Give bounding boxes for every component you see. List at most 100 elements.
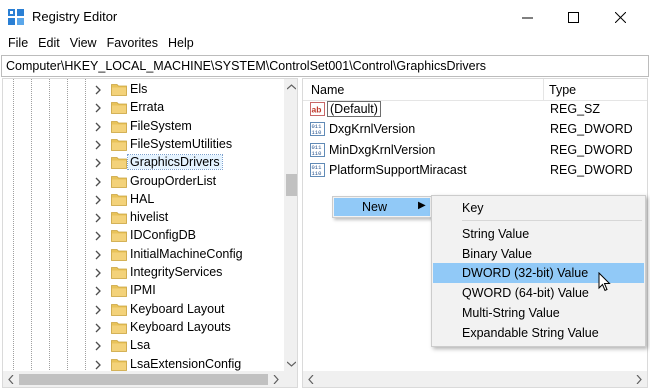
scroll-up-arrow[interactable] [284, 79, 297, 94]
title-bar: Registry Editor [0, 0, 650, 34]
value-name: PlatformSupportMiracast [329, 162, 467, 177]
chevron-right-icon[interactable] [93, 156, 103, 170]
value-row[interactable]: ab (Default) REG_SZ [303, 99, 647, 119]
scroll-right-arrow[interactable] [631, 371, 647, 387]
tree-item[interactable]: InitialMachineConfig [3, 246, 283, 264]
submenu-item[interactable]: Binary Value [433, 244, 644, 264]
submenu-item[interactable]: Key [433, 198, 644, 218]
submenu-item[interactable]: Multi-String Value [433, 303, 644, 323]
tree-item[interactable]: GroupOrderList [3, 173, 283, 191]
chevron-right-icon[interactable] [93, 303, 103, 317]
tree-item-label: Keyboard Layout [130, 301, 225, 316]
menu-view[interactable]: View [70, 34, 97, 54]
chevron-right-icon[interactable] [93, 175, 103, 189]
context-menu-item-label: New [362, 200, 388, 214]
tree-item[interactable]: FileSystemUtilities [3, 136, 283, 154]
tree-item[interactable]: GraphicsDrivers [3, 154, 283, 172]
menu-edit[interactable]: Edit [38, 34, 60, 54]
tree-item[interactable]: HAL [3, 191, 283, 209]
chevron-right-icon[interactable] [93, 266, 103, 280]
value-type: REG_DWORD [550, 162, 633, 177]
chevron-right-icon[interactable] [93, 284, 103, 298]
tree-item[interactable]: Keyboard Layouts [3, 319, 283, 337]
address-bar[interactable]: Computer\HKEY_LOCAL_MACHINE\SYSTEM\Contr… [1, 55, 649, 77]
chevron-right-icon[interactable] [93, 193, 103, 207]
tree-item-label: GraphicsDrivers [127, 154, 223, 171]
scroll-left-arrow[interactable] [303, 371, 319, 387]
context-menu-item-new[interactable]: New ▶ [334, 198, 430, 216]
value-row[interactable]: 011 110 PlatformSupportMiracast REG_DWORD [303, 160, 647, 180]
tree-item[interactable]: IPMI [3, 282, 283, 300]
submenu-item-label: DWORD (32-bit) Value [462, 266, 589, 280]
dword-value-icon: 011110 [310, 122, 325, 136]
context-menu: New ▶ [332, 196, 432, 218]
tree-horizontal-scrollbar[interactable] [3, 371, 284, 387]
scroll-thumb[interactable] [19, 374, 268, 385]
submenu-item[interactable]: Expandable String Value [433, 323, 644, 343]
value-type: REG_SZ [550, 102, 601, 116]
chevron-right-icon[interactable] [93, 138, 103, 152]
menu-favorites[interactable]: Favorites [107, 34, 158, 54]
svg-text:ab: ab [312, 105, 322, 115]
chevron-right-icon[interactable] [93, 211, 103, 225]
scrollbar-corner [284, 371, 297, 387]
tree-vertical-scrollbar[interactable] [284, 79, 297, 371]
submenu-item-label: QWORD (64-bit) Value [462, 286, 589, 300]
list-horizontal-scrollbar[interactable] [303, 371, 647, 387]
value-row[interactable]: 011 110 MinDxgKrnlVersion REG_DWORD [303, 140, 647, 160]
minimize-icon [521, 17, 533, 18]
folder-icon [111, 212, 127, 224]
menu-file[interactable]: File [8, 34, 28, 54]
chevron-right-icon[interactable] [93, 229, 103, 243]
tree-item[interactable]: IntegrityServices [3, 264, 283, 282]
folder-icon [111, 193, 127, 206]
chevron-right-icon[interactable] [93, 339, 103, 353]
folder-icon [111, 321, 127, 334]
folder-icon [111, 285, 127, 298]
submenu-item[interactable]: DWORD (32-bit) Value [433, 263, 644, 283]
tree-item[interactable]: Lsa [3, 337, 283, 355]
tree-pane[interactable]: Els Errata FileSystem FileSystemUtilities Gr… [2, 78, 298, 388]
chevron-right-icon[interactable] [93, 248, 103, 262]
tree-item-label: Errata [130, 100, 165, 115]
minimize-button[interactable] [504, 0, 550, 34]
tree-item[interactable]: Keyboard Layout [3, 301, 283, 319]
chevron-right-icon[interactable] [93, 83, 103, 97]
submenu-item[interactable]: QWORD (64-bit) Value [433, 283, 644, 303]
tree-item[interactable]: FileSystem [3, 118, 283, 136]
value-name: MinDxgKrnlVersion [329, 142, 436, 157]
chevron-right-icon[interactable] [93, 101, 103, 115]
column-header-name[interactable]: Name [311, 83, 344, 97]
chevron-right-icon[interactable] [93, 321, 103, 335]
tree-item-label: LsaExtensionConfig [130, 356, 242, 371]
scroll-right-arrow[interactable] [268, 371, 284, 387]
tree-item[interactable]: hivelist [3, 209, 283, 227]
chevron-up-icon [287, 83, 296, 89]
value-row[interactable]: 011 110 DxgKrnlVersion REG_DWORD [303, 119, 647, 139]
tree-item-label: Els [130, 82, 148, 96]
chevron-right-icon[interactable] [93, 358, 103, 372]
tree-item[interactable]: Errata [3, 99, 283, 117]
submenu-item-label: String Value [462, 227, 530, 241]
folder-icon [111, 303, 127, 316]
column-header-type[interactable]: Type [549, 83, 576, 97]
window-title: Registry Editor [32, 9, 118, 24]
chevron-right-icon[interactable] [93, 120, 103, 134]
submenu-item[interactable]: String Value [433, 224, 644, 244]
maximize-button[interactable] [550, 0, 596, 34]
close-button[interactable] [597, 0, 643, 34]
tree-item-label: IPMI [130, 283, 156, 298]
chevron-down-icon [287, 361, 296, 367]
scroll-down-arrow[interactable] [284, 356, 297, 371]
column-divider[interactable] [543, 79, 544, 101]
tree-item-label: HAL [130, 191, 155, 206]
scroll-left-arrow[interactable] [3, 371, 19, 387]
string-value-icon: ab [310, 102, 325, 116]
maximize-icon [567, 11, 579, 23]
menu-help[interactable]: Help [168, 34, 194, 54]
scroll-thumb[interactable] [286, 174, 297, 196]
chevron-right-icon [636, 375, 642, 384]
tree-item[interactable]: Els [3, 81, 283, 99]
svg-text:110: 110 [312, 129, 322, 136]
tree-item[interactable]: IDConfigDB [3, 227, 283, 245]
